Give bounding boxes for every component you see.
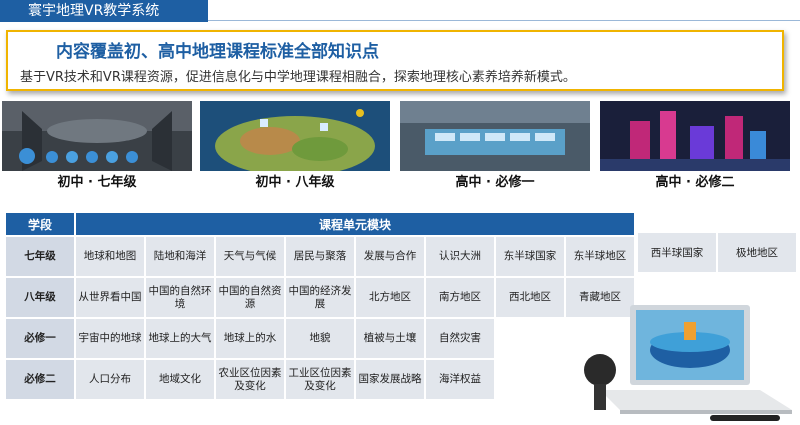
vr-scene-required1-image (400, 101, 590, 171)
row-label: 必修一 (6, 319, 74, 358)
panel-caption: 初中 · 七年级 (2, 171, 192, 194)
panel-caption: 高中 · 必修一 (400, 171, 590, 194)
panel-caption: 高中 · 必修二 (600, 171, 790, 194)
table-cell[interactable]: 认识大洲 (426, 237, 494, 276)
table-cell[interactable]: 地球和地图 (76, 237, 144, 276)
row-label: 八年级 (6, 278, 74, 317)
table-cell[interactable]: 地貌 (286, 319, 354, 358)
table-cell[interactable]: 天气与气候 (216, 237, 284, 276)
table-cell[interactable]: 地域文化 (146, 360, 214, 399)
table-cell[interactable]: 工业区位因素及变化 (286, 360, 354, 399)
row-label: 必修二 (6, 360, 74, 399)
panel-required1[interactable]: 高中 · 必修一 (400, 101, 590, 194)
vr-scene-required2-image (600, 101, 790, 171)
panel-required2[interactable]: 高中 · 必修二 (600, 101, 790, 194)
table-cell[interactable]: 南方地区 (426, 278, 494, 317)
panel-caption: 初中 · 八年级 (200, 171, 390, 194)
table-cell[interactable]: 发展与合作 (356, 237, 424, 276)
table-cell[interactable]: 海洋权益 (426, 360, 494, 399)
banner-heading: 内容覆盖初、高中地理课程标准全部知识点 (56, 42, 379, 62)
table-cell[interactable]: 国家发展战略 (356, 360, 424, 399)
table-cell[interactable]: 地球上的水 (216, 319, 284, 358)
table-cell[interactable]: 从世界看中国 (76, 278, 144, 317)
banner-subtitle: 基于VR技术和VR课程资源，促进信息化与中学地理课程相融合，探索地理核心素养培养… (20, 70, 576, 85)
table-cell[interactable]: 宇宙中的地球 (76, 319, 144, 358)
intro-banner: 内容覆盖初、高中地理课程标准全部知识点 基于VR技术和VR课程资源，促进信息化与… (6, 30, 784, 91)
panel-grade8[interactable]: 初中 · 八年级 (200, 101, 390, 194)
table-cell[interactable]: 人口分布 (76, 360, 144, 399)
vr-laptop-image (584, 305, 792, 421)
vr-scene-grade8-image (200, 101, 390, 171)
table-cell[interactable]: 北方地区 (356, 278, 424, 317)
table-cell[interactable]: 中国的自然环境 (146, 278, 214, 317)
app-title: 寰宇地理VR教学系统 (28, 3, 160, 19)
table-cell[interactable]: 中国的自然资源 (216, 278, 284, 317)
table-cell[interactable]: 自然灾害 (426, 319, 494, 358)
table-cell[interactable]: 西北地区 (496, 278, 564, 317)
table-row: 必修一 宇宙中的地球 地球上的大气 地球上的水 地貌 植被与土壤 自然灾害 (6, 319, 634, 358)
title-divider (208, 20, 800, 21)
course-module-table: 学段 课程单元模块 七年级 地球和地图 陆地和海洋 天气与气候 居民与聚落 发展… (4, 211, 636, 401)
vr-scene-grade7-image (2, 101, 192, 171)
table-cell[interactable]: 东半球国家 (496, 237, 564, 276)
header-stage: 学段 (6, 213, 74, 235)
table-cell[interactable]: 居民与聚落 (286, 237, 354, 276)
row-label: 七年级 (6, 237, 74, 276)
header-modules: 课程单元模块 (76, 213, 634, 235)
panel-grade7[interactable]: 初中 · 七年级 (2, 101, 192, 194)
table-row: 七年级 地球和地图 陆地和海洋 天气与气候 居民与聚落 发展与合作 认识大洲 东… (6, 237, 634, 276)
table-cell[interactable]: 农业区位因素及变化 (216, 360, 284, 399)
table-cell[interactable]: 植被与土壤 (356, 319, 424, 358)
table-row: 八年级 从世界看中国 中国的自然环境 中国的自然资源 中国的经济发展 北方地区 … (6, 278, 634, 317)
empty-cell (496, 360, 564, 399)
table-cell[interactable]: 地球上的大气 (146, 319, 214, 358)
table-cell[interactable]: 极地地区 (718, 233, 796, 272)
table-cell[interactable]: 中国的经济发展 (286, 278, 354, 317)
empty-cell (496, 319, 564, 358)
table-row: 必修二 人口分布 地域文化 农业区位因素及变化 工业区位因素及变化 国家发展战略… (6, 360, 634, 399)
table-cell[interactable]: 西半球国家 (638, 233, 716, 272)
table-cell[interactable]: 陆地和海洋 (146, 237, 214, 276)
table-cell[interactable]: 东半球地区 (566, 237, 634, 276)
app-title-bar: 寰宇地理VR教学系统 (0, 0, 208, 22)
grade7-extra-cells: 西半球国家 极地地区 (638, 233, 796, 272)
